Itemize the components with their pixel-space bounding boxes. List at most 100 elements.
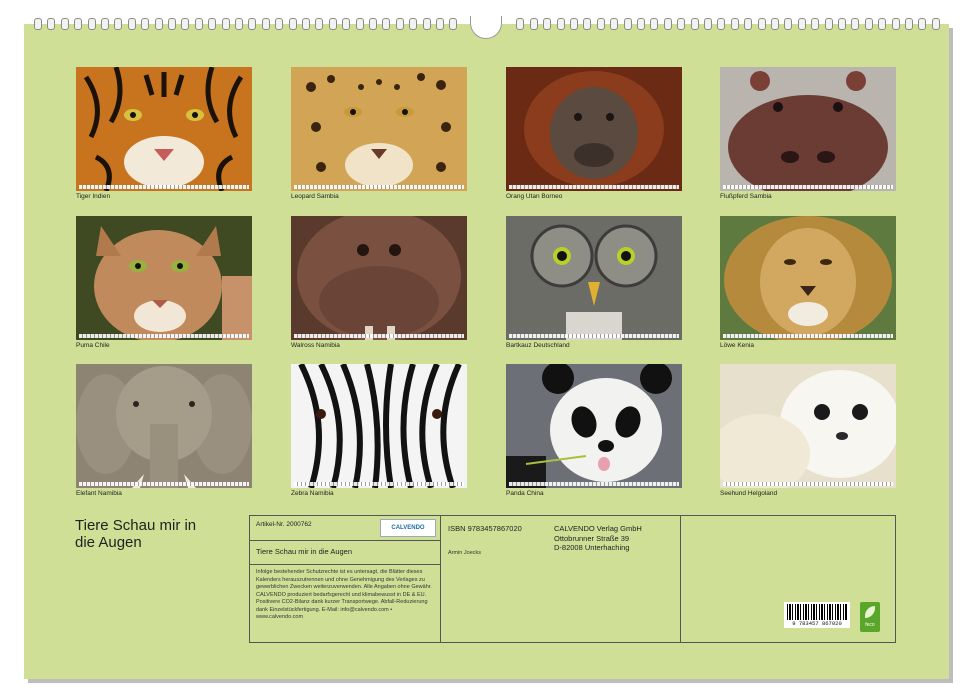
imprint-col-right: 9 783457 867020 feco bbox=[680, 516, 895, 642]
binding-ring bbox=[194, 18, 203, 30]
thumb-walrus[interactable]: Walross Namibia bbox=[291, 216, 467, 349]
calendar-date-strip bbox=[723, 334, 893, 338]
tiger-photo bbox=[76, 67, 252, 191]
caption: Elefant Namibia bbox=[76, 490, 122, 497]
calendar-date-strip bbox=[294, 185, 464, 189]
lion-photo bbox=[720, 216, 896, 340]
binding-ring bbox=[127, 18, 136, 30]
calvendo-logo-text: CALVENDO bbox=[391, 525, 425, 531]
leaf-icon bbox=[865, 606, 875, 618]
caption: Panda China bbox=[506, 490, 544, 497]
binding-ring bbox=[650, 18, 659, 30]
eco-badge: feco bbox=[860, 602, 880, 632]
thumb-owl[interactable]: Bartkauz Deutschland bbox=[506, 216, 682, 349]
binding-ring bbox=[677, 18, 686, 30]
binding-ring bbox=[261, 18, 270, 30]
binding-ring bbox=[838, 18, 846, 30]
binding-ring bbox=[583, 18, 592, 30]
binding-ring bbox=[543, 18, 552, 30]
hippo-photo bbox=[720, 67, 896, 191]
calendar-title: Tiere Schau mir in die Augen bbox=[75, 517, 245, 551]
calvendo-logo: CALVENDO bbox=[380, 519, 436, 537]
binding-ring bbox=[570, 18, 578, 30]
thumb-leopard[interactable]: Leopard Sambia bbox=[291, 67, 467, 200]
caption: Puma Chile bbox=[76, 342, 110, 349]
caption: Löwe Kenia bbox=[720, 342, 754, 349]
thumb-tiger[interactable]: Tiger Indien bbox=[76, 67, 252, 200]
binding-ring bbox=[235, 18, 243, 30]
eco-label: feco bbox=[865, 622, 875, 628]
owl-photo bbox=[506, 216, 682, 340]
calendar-date-strip bbox=[79, 185, 249, 189]
caption: Walross Namibia bbox=[291, 342, 340, 349]
thumb-seal[interactable]: Seehund Helgoland bbox=[720, 364, 896, 497]
calendar-date-strip bbox=[294, 482, 464, 486]
calendar-date-strip bbox=[723, 185, 893, 189]
binding-ring bbox=[596, 18, 605, 30]
binding-ring bbox=[690, 18, 699, 30]
calendar-title-line2: die Augen bbox=[75, 534, 142, 551]
publisher-name: CALVENDO Verlag GmbH bbox=[554, 524, 642, 533]
binding-ring bbox=[369, 18, 377, 30]
binding-ring bbox=[275, 18, 284, 30]
binding-ring bbox=[771, 18, 779, 30]
binding-ring bbox=[221, 18, 230, 30]
publisher-city: D-82008 Unterhaching bbox=[554, 543, 630, 552]
imprint-col-middle: ISBN 9783457867020 Armin Joecks CALVENDO… bbox=[440, 516, 681, 642]
caption: Bartkauz Deutschland bbox=[506, 342, 570, 349]
elephant-photo bbox=[76, 364, 252, 488]
binding-ring bbox=[864, 18, 873, 30]
binding-ring bbox=[87, 18, 96, 30]
author: Armin Joecks bbox=[448, 550, 482, 556]
thumb-lion[interactable]: Löwe Kenia bbox=[720, 216, 896, 349]
binding-ring bbox=[623, 18, 632, 30]
binding-ring bbox=[208, 18, 217, 30]
legal-notice: Infolge bestehender Schutzrechte ist es … bbox=[256, 569, 432, 620]
binding-ring bbox=[811, 18, 820, 30]
binding-ring bbox=[422, 18, 431, 30]
binding-ring bbox=[74, 18, 83, 30]
binding-ring bbox=[529, 18, 538, 30]
binding-ring bbox=[395, 18, 404, 30]
binding-ring bbox=[704, 18, 712, 30]
leopard-photo bbox=[291, 67, 467, 191]
calendar-date-strip bbox=[79, 482, 249, 486]
seal-photo bbox=[720, 364, 896, 488]
binding-ring bbox=[168, 18, 176, 30]
calendar-date-strip bbox=[79, 334, 249, 338]
binding-ring bbox=[409, 18, 418, 30]
thumb-zebra[interactable]: Zebra Namibia bbox=[291, 364, 467, 497]
publisher-address: CALVENDO Verlag GmbH Ottobrunner Straße … bbox=[554, 524, 642, 553]
binding-ring bbox=[181, 18, 190, 30]
binding-ring bbox=[34, 18, 42, 30]
thumb-panda[interactable]: Panda China bbox=[506, 364, 682, 497]
zebra-photo bbox=[291, 364, 467, 488]
thumb-hippo[interactable]: Flußpferd Sambia bbox=[720, 67, 896, 200]
thumb-elephant[interactable]: Elefant Namibia bbox=[76, 364, 252, 497]
calendar-date-strip bbox=[509, 334, 679, 338]
binding-ring bbox=[784, 18, 793, 30]
binding-ring bbox=[824, 18, 833, 30]
binding-ring bbox=[302, 18, 310, 30]
caption: Flußpferd Sambia bbox=[720, 193, 772, 200]
binding-ring bbox=[905, 18, 913, 30]
binding-ring bbox=[288, 18, 297, 30]
binding-ring bbox=[918, 18, 927, 30]
product-title: Tiere Schau mir in die Augen bbox=[256, 547, 353, 556]
caption: Seehund Helgoland bbox=[720, 490, 778, 497]
binding-ring bbox=[516, 18, 525, 30]
thumb-orangutan[interactable]: Orang Utan Borneo bbox=[506, 67, 682, 200]
binding-ring bbox=[851, 18, 860, 30]
caption: Leopard Sambia bbox=[291, 193, 339, 200]
calendar-date-strip bbox=[294, 334, 464, 338]
binding-ring bbox=[663, 18, 672, 30]
calendar-date-strip bbox=[723, 482, 893, 486]
article-row: Artikel-Nr. 2000762 CALVENDO bbox=[250, 516, 440, 541]
article-number: Artikel-Nr. 2000762 bbox=[256, 521, 312, 528]
binding-ring bbox=[610, 18, 619, 30]
binding-ring bbox=[637, 18, 645, 30]
binding-ring bbox=[141, 18, 150, 30]
thumb-puma[interactable]: Puma Chile bbox=[76, 216, 252, 349]
binding-ring bbox=[355, 18, 364, 30]
binding-ring bbox=[449, 18, 458, 30]
